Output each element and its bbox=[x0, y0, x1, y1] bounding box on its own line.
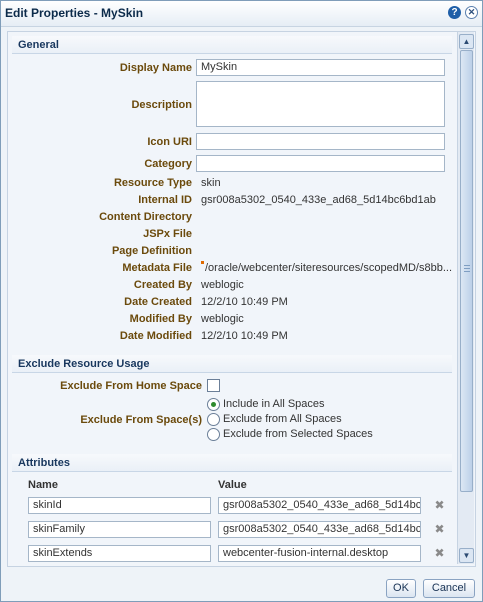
attributes-col-name: Name bbox=[28, 479, 58, 491]
radio-include-all-spaces[interactable] bbox=[207, 398, 220, 411]
exclude-spaces-label: Exclude From Space(s) bbox=[80, 414, 202, 426]
date-created-value: 12/2/10 10:49 PM bbox=[201, 296, 288, 308]
icon-uri-input[interactable] bbox=[196, 133, 445, 150]
radio-include-all-spaces-label: Include in All Spaces bbox=[223, 398, 325, 410]
radio-exclude-all-spaces[interactable] bbox=[207, 413, 220, 426]
grip-line bbox=[464, 271, 470, 272]
attribute-value-input[interactable]: gsr008a5302_0540_433e_ad68_5d14bc6 bbox=[218, 521, 421, 538]
created-by-value: weblogic bbox=[201, 279, 244, 291]
scrollbar-thumb[interactable] bbox=[460, 50, 473, 492]
dialog-titlebar: Edit Properties - MySkin ? ✕ bbox=[1, 1, 482, 27]
delete-icon[interactable]: ✖ bbox=[434, 499, 445, 511]
modified-by-label: Modified By bbox=[129, 313, 192, 325]
icon-uri-label: Icon URI bbox=[147, 136, 192, 148]
page-definition-label: Page Definition bbox=[111, 245, 192, 257]
description-label: Description bbox=[131, 99, 192, 111]
exclude-home-space-label: Exclude From Home Space bbox=[60, 380, 202, 392]
grip-line bbox=[464, 265, 470, 266]
attribute-value-input[interactable]: gsr008a5302_0540_433e_ad68_5d14bc6 bbox=[218, 497, 421, 514]
attribute-name-input[interactable]: skinId bbox=[28, 497, 211, 514]
modified-by-value: weblogic bbox=[201, 313, 244, 325]
content-directory-label: Content Directory bbox=[99, 211, 192, 223]
resource-type-value: skin bbox=[201, 177, 221, 189]
dialog-title: Edit Properties - MySkin bbox=[5, 6, 144, 20]
vertical-scrollbar[interactable]: ▲ ▼ bbox=[457, 32, 474, 564]
ok-button[interactable]: OK bbox=[386, 579, 416, 598]
display-name-input[interactable]: MySkin bbox=[196, 59, 445, 76]
date-created-label: Date Created bbox=[124, 296, 192, 308]
created-by-label: Created By bbox=[133, 279, 192, 291]
grip-line bbox=[464, 268, 470, 269]
delete-icon[interactable]: ✖ bbox=[434, 547, 445, 559]
jspx-file-label: JSPx File bbox=[143, 228, 192, 240]
close-icon[interactable]: ✕ bbox=[465, 6, 478, 19]
dialog-footer: OK Cancel bbox=[1, 568, 482, 601]
radio-exclude-all-spaces-label: Exclude from All Spaces bbox=[223, 413, 342, 425]
date-modified-value: 12/2/10 10:49 PM bbox=[201, 330, 288, 342]
display-name-label: Display Name bbox=[119, 62, 192, 74]
scroll-down-icon[interactable]: ▼ bbox=[459, 548, 474, 563]
section-exclude-header: Exclude Resource Usage bbox=[12, 355, 452, 373]
description-textarea[interactable] bbox=[196, 81, 445, 127]
required-marker-icon bbox=[201, 261, 204, 264]
section-attributes-header: Attributes bbox=[12, 454, 452, 472]
internal-id-value: gsr008a5302_0540_433e_ad68_5d14bc6bd1ab bbox=[201, 194, 436, 206]
category-input[interactable] bbox=[196, 155, 445, 172]
help-icon[interactable]: ? bbox=[448, 6, 461, 19]
attribute-value-input[interactable]: webcenter-fusion-internal.desktop bbox=[218, 545, 421, 562]
category-label: Category bbox=[144, 158, 192, 170]
attribute-name-input[interactable]: skinExtends bbox=[28, 545, 211, 562]
scroll-up-icon[interactable]: ▲ bbox=[459, 34, 474, 49]
metadata-file-value: /oracle/webcenter/siteresources/scopedMD… bbox=[205, 262, 453, 274]
section-general-header: General bbox=[12, 36, 452, 54]
edit-properties-dialog: Edit Properties - MySkin ? ✕ General Dis… bbox=[0, 0, 483, 602]
exclude-home-space-checkbox[interactable] bbox=[207, 379, 220, 392]
cancel-button[interactable]: Cancel bbox=[423, 579, 475, 598]
radio-exclude-selected-spaces-label: Exclude from Selected Spaces bbox=[223, 428, 373, 440]
date-modified-label: Date Modified bbox=[119, 330, 192, 342]
metadata-file-label: Metadata File bbox=[122, 262, 192, 274]
attributes-col-value: Value bbox=[218, 479, 247, 491]
internal-id-label: Internal ID bbox=[138, 194, 192, 206]
radio-exclude-selected-spaces[interactable] bbox=[207, 428, 220, 441]
delete-icon[interactable]: ✖ bbox=[434, 523, 445, 535]
attribute-name-input[interactable]: skinFamily bbox=[28, 521, 211, 538]
properties-scroll-pane: General Display Name MySkin Description … bbox=[7, 31, 476, 567]
resource-type-label: Resource Type bbox=[113, 177, 192, 189]
